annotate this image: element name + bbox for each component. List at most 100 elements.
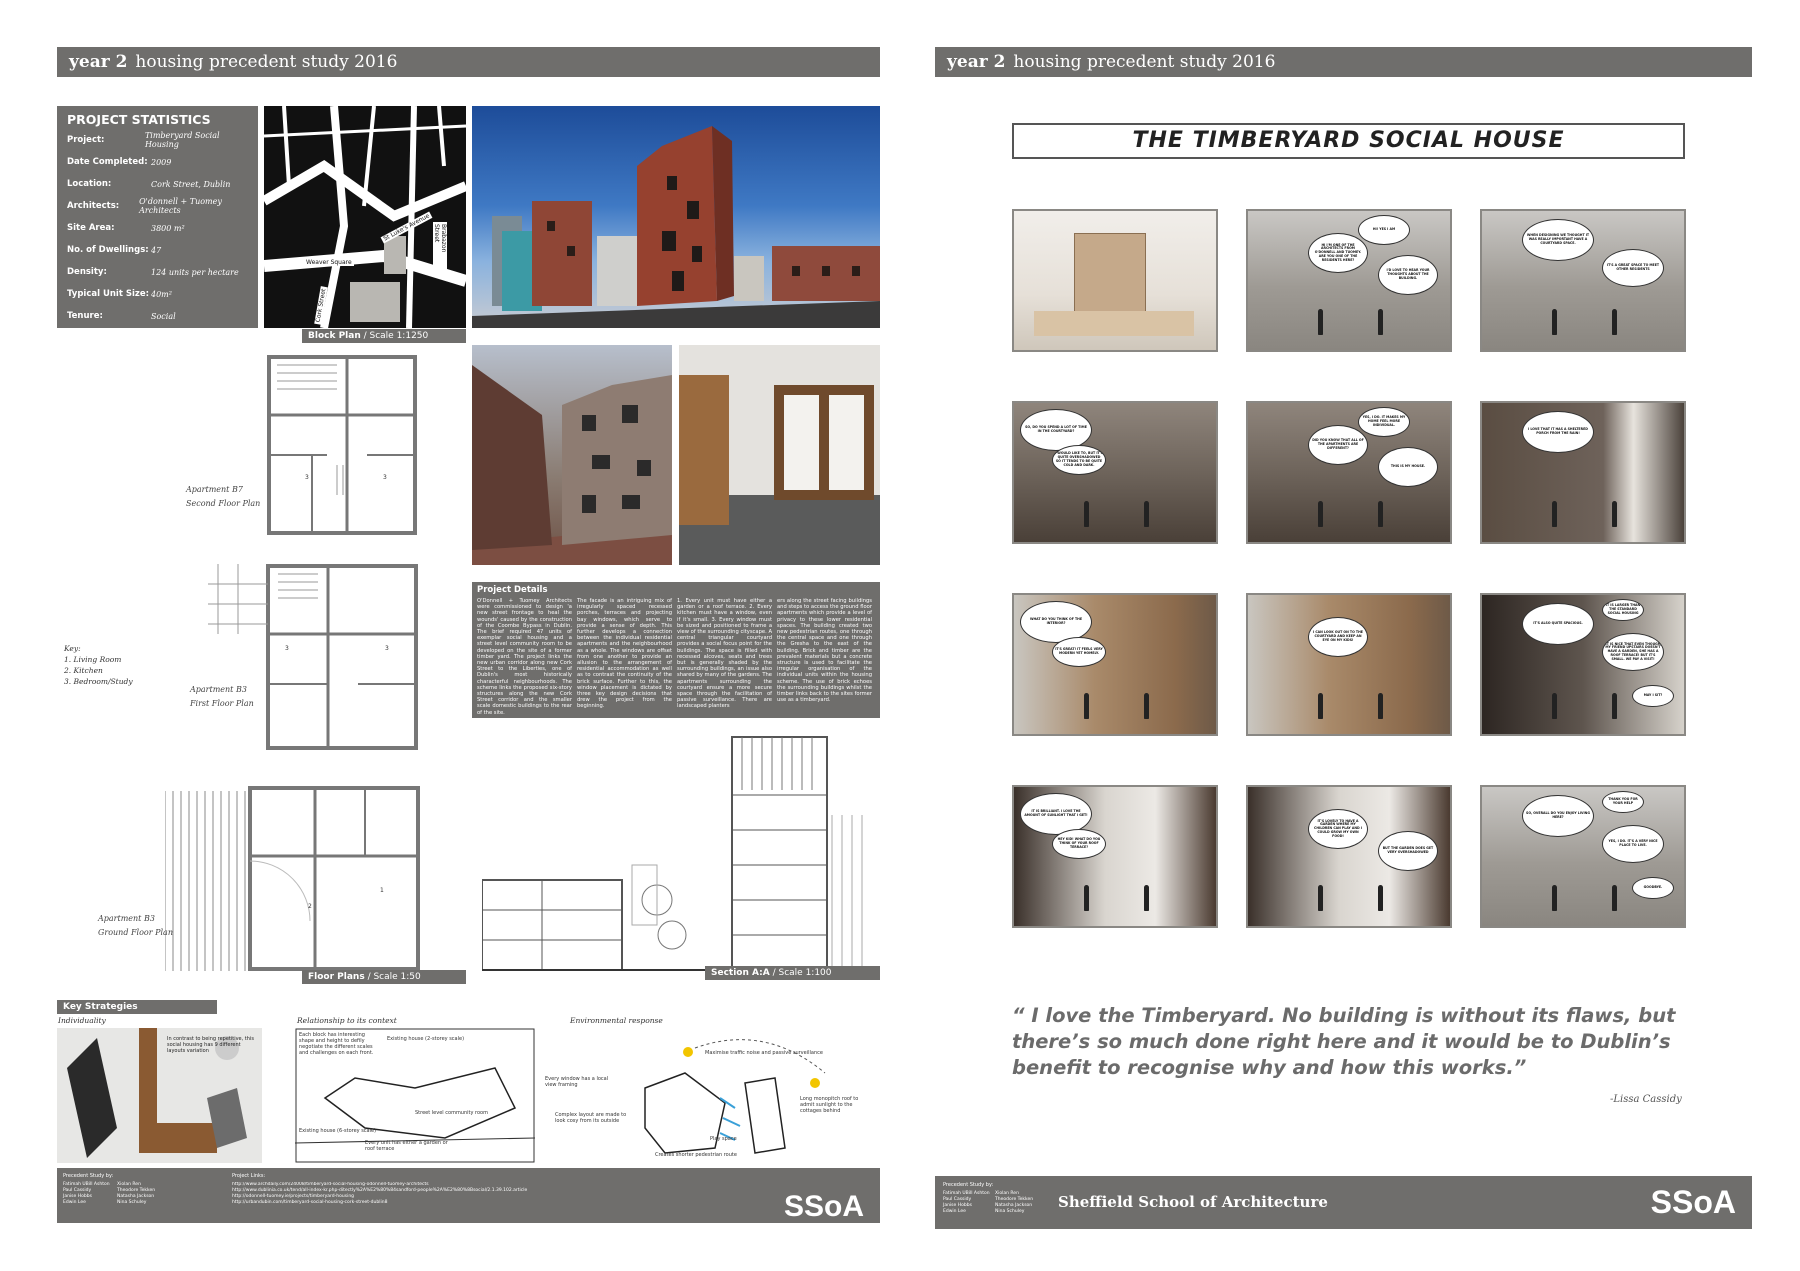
speech-bubble-text: YES, I DO. IT'S A VERY NICE PLACE TO LIV… xyxy=(1608,839,1658,847)
project-details-columns: O'Donnell + Tuomey Architects were commi… xyxy=(477,598,875,716)
stat-value: Timberyard Social Housing xyxy=(144,131,220,149)
speech-bubble-text: I LOVE THAT IT HAS A SHELTERED PORCH FRO… xyxy=(1528,427,1588,435)
speech-bubble-text: IT IS LARGER THAN THE STANDARD SOCIAL HO… xyxy=(1605,603,1641,615)
project-details-col-4: ers along the street facing buildings an… xyxy=(777,598,872,704)
key-strategies-heading: Key Strategies xyxy=(57,1000,217,1014)
section-caption: Section A:A / Scale 1:100 xyxy=(705,966,880,980)
speech-bubble: IT'S LOVELY TO HAVE A GARDEN WHERE MY CH… xyxy=(1308,809,1368,849)
stat-key: Project: xyxy=(67,135,105,145)
person-figure xyxy=(1318,693,1323,719)
left-header-bar: year 2 housing precedent study 2016 xyxy=(57,47,880,77)
environment-note-3: Complex layout are made to look cosy fro… xyxy=(555,1112,627,1124)
right-ssoa-logo: SSoA xyxy=(1650,1184,1736,1220)
plan-b7-label-line1: Apartment B7 xyxy=(186,485,243,494)
person-figure xyxy=(1378,693,1383,719)
project-link[interactable]: http://urbandubin.com/timberyard-social-… xyxy=(232,1200,562,1206)
person-figure xyxy=(1552,501,1557,527)
person-figure xyxy=(1144,885,1149,911)
left-footer: Precedent Study by: Fatimah UBill Ashton… xyxy=(57,1168,880,1223)
person-figure xyxy=(1612,501,1617,527)
section-caption-bold: Section A:A xyxy=(711,968,770,978)
resident-quote: “ I love the Timberyard. No building is … xyxy=(1012,1004,1676,1079)
plan-b7-label: Apartment B7 Second Floor Plan xyxy=(186,483,260,511)
plan-b3-first-label: Apartment B3 First Floor Plan xyxy=(190,683,254,711)
person-figure xyxy=(1318,309,1323,335)
strategy-individuality-diagram: In contrast to being repetitive, this so… xyxy=(57,1028,262,1163)
storyboard-frame: SO, OVERALL DO YOU ENJOY LIVING HERE? YES… xyxy=(1480,785,1686,928)
plan-b7-room-3b: 3 xyxy=(383,474,387,481)
storyboard-frame: WHAT DO YOU THINK OF THE INTERIOR? IT'S G… xyxy=(1012,593,1218,736)
stat-value: 3800 m² xyxy=(151,223,185,233)
plan-b3-first-label-line1: Apartment B3 xyxy=(190,685,247,694)
interior-photo-drawing xyxy=(679,345,880,565)
quote-attribution: -Lissa Cassidy xyxy=(1610,1094,1682,1105)
plan-b7-label-line2: Second Floor Plan xyxy=(186,499,261,508)
floor-plans-caption: Floor Plans / Scale 1:50 xyxy=(302,970,466,984)
plan-b3-ground-label: Apartment B3 Ground Floor Plan xyxy=(98,912,173,940)
plan-key-item-2: 2. Kitchen xyxy=(64,666,103,675)
person-figure xyxy=(1144,693,1149,719)
left-footer-name: Nina Schuley xyxy=(117,1200,147,1205)
stat-value: 2009 xyxy=(151,157,172,167)
person-figure xyxy=(1084,693,1089,719)
plan-b3-ground-floor xyxy=(164,786,420,971)
left-ssoa-logo: SSoA xyxy=(783,1190,864,1223)
person-figure xyxy=(1552,309,1557,335)
person-figure xyxy=(1378,885,1383,911)
context-note-2: Existing house (2-storey scale) xyxy=(387,1036,465,1042)
floor-plans-caption-bold: Floor Plans xyxy=(308,972,365,982)
plan-b3-ground-drawing xyxy=(164,786,420,971)
stat-key: Density: xyxy=(67,267,107,277)
environment-note-1: Maximise traffic noise and passive surve… xyxy=(705,1050,823,1056)
stat-value: Cork Street, Dublin xyxy=(151,179,231,189)
stat-key: Architects: xyxy=(67,201,120,211)
speech-bubble: HI! YES I AM xyxy=(1358,215,1410,245)
person-figure xyxy=(1318,501,1323,527)
strategy-environment-diagram: Maximise traffic noise and passive surve… xyxy=(545,1028,865,1163)
strategy-context-diagram: Each block has interesting shape and hei… xyxy=(294,1028,536,1163)
right-footer: Precedent Study by: Fatimah UBill Ashton… xyxy=(935,1176,1752,1229)
exterior-photo-courtyard xyxy=(472,345,672,565)
stat-key: Date Completed: xyxy=(67,157,148,167)
exterior-photo-main xyxy=(472,106,880,328)
section-drawing-svg xyxy=(481,736,870,971)
section-caption-scale: / Scale 1:100 xyxy=(769,968,832,978)
storyboard-frame: WHEN DESIGNING WE THOUGHT IT WAS REALLY … xyxy=(1480,209,1686,352)
right-footer-names-col1: Fatimah UBill Ashton Paul Cassidy Janise… xyxy=(943,1191,990,1215)
project-details-panel: Project Details O'Donnell + Tuomey Archi… xyxy=(472,582,880,718)
storyboard-frame: IT IS BRILLIANT. I LOVE THE AMOUNT OF SU… xyxy=(1012,785,1218,928)
section-drawing xyxy=(481,735,870,985)
speech-bubble: YES, I DO. IT MAKES MY HOME FEEL MORE IN… xyxy=(1358,407,1410,437)
stat-row: Architects: O'donnell + Tuomey Architects xyxy=(67,195,248,217)
block-plan-caption-bold: Block Plan xyxy=(308,331,361,341)
person-figure xyxy=(1612,693,1617,719)
left-footer-names-col1: Fatimah UBill Ashton Paul Cassidy Janise… xyxy=(63,1182,110,1206)
speech-bubble: IT'S ALSO QUITE SPACIOUS. xyxy=(1522,603,1594,645)
individuality-note: In contrast to being repetitive, this so… xyxy=(167,1036,254,1054)
person-figure xyxy=(1318,885,1323,911)
speech-bubble: I CAN LOOK OUT ON TO THE COURTYARD AND K… xyxy=(1308,617,1368,657)
stat-row: Date Completed: 2009 xyxy=(67,151,248,173)
context-note-4: Existing house (6-storey scale) xyxy=(299,1128,377,1134)
stat-row: Tenure: Social xyxy=(67,305,248,327)
speech-bubble-text: WHEN DESIGNING WE THOUGHT IT WAS REALLY … xyxy=(1526,233,1590,245)
speech-bubble-text: HEY KID! WHAT DO YOU THINK OF YOUR ROOF … xyxy=(1057,837,1101,849)
left-header-year: year 2 xyxy=(69,52,128,72)
speech-bubble: IT'S A GREAT SPACE TO MEET OTHER RESIDEN… xyxy=(1602,249,1664,287)
stat-row: Density: 124 units per hectare xyxy=(67,261,248,283)
speech-bubble-text: HI I'M ONE OF THE ARCHITECTS FROM O'DONN… xyxy=(1314,242,1362,262)
person-figure xyxy=(1378,501,1383,527)
storyboard-frame: HI I'M ONE OF THE ARCHITECTS FROM O'DONN… xyxy=(1246,209,1452,352)
stat-key: Location: xyxy=(67,179,112,189)
speech-bubble: IT'S GREAT! IT FEELS VERY MODERN YET HOM… xyxy=(1052,637,1106,667)
storyboard-frame: I LOVE THAT IT HAS A SHELTERED PORCH FRO… xyxy=(1480,401,1686,544)
strategy-environment-title: Environmental response xyxy=(570,1016,663,1025)
storyboard-frame: IT'S ALSO QUITE SPACIOUS. IT IS NICE THAT… xyxy=(1480,593,1686,736)
left-footer-links: http://www.archdaily.com/24008/timberyar… xyxy=(232,1182,562,1206)
plan-b3-ground-label-line2: Ground Floor Plan xyxy=(98,928,173,937)
speech-bubble-text: HI! YES I AM xyxy=(1372,227,1396,232)
speech-bubble: THIS IS MY HOUSE. xyxy=(1378,447,1438,487)
speech-bubble-text: IT'S A GREAT SPACE TO MEET OTHER RESIDEN… xyxy=(1606,263,1660,271)
block-plan-map: St Luke's Avenue Weaver Square Brabazon … xyxy=(264,106,466,328)
left-footer-links-title: Project Links: xyxy=(232,1173,266,1179)
